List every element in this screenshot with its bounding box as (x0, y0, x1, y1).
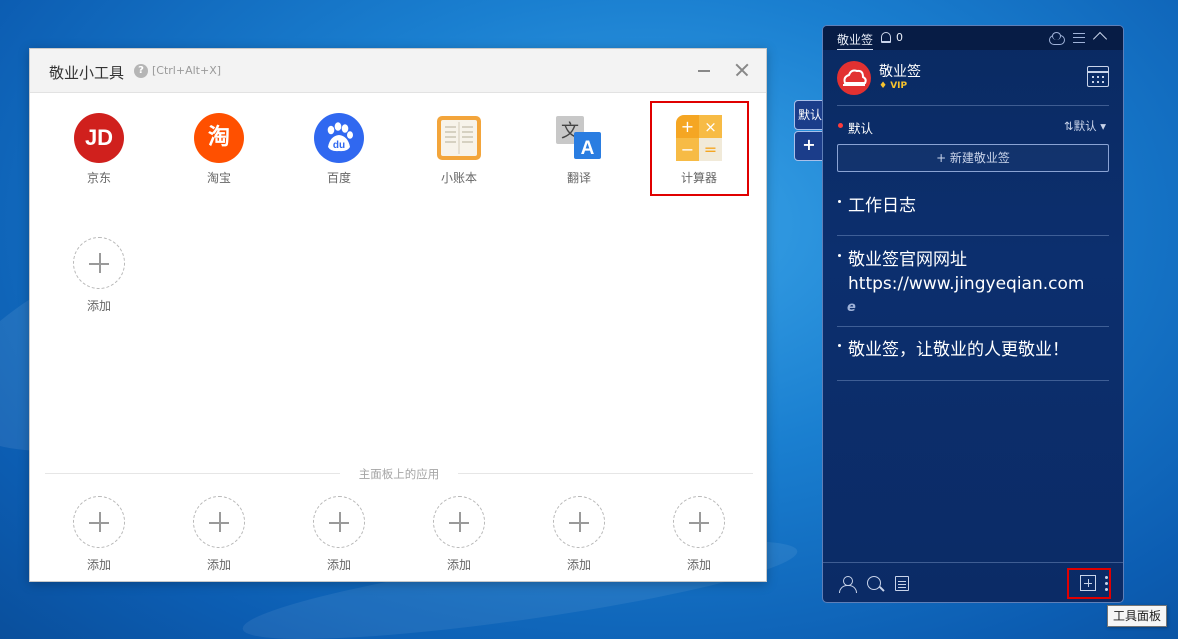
tooltip-tool-panel: 工具面板 (1107, 605, 1167, 627)
separator (837, 105, 1109, 106)
add-app-button[interactable] (73, 237, 125, 289)
close-button[interactable] (733, 61, 751, 79)
cloud-sync-icon[interactable] (1047, 32, 1065, 45)
vip-label: VIP (890, 81, 908, 91)
add-label: 添加 (86, 558, 111, 572)
translate-icon: 文 A (554, 113, 604, 163)
add-label: 添加 (446, 558, 471, 572)
add-label: 添加 (206, 558, 231, 572)
add-label: 添加 (86, 299, 111, 313)
highlight-calculator (650, 101, 749, 196)
panel-add-slot[interactable] (313, 496, 365, 548)
app-label: 小账本 (440, 171, 477, 185)
search-icon[interactable] (867, 576, 881, 590)
note-item[interactable]: 敬业签官网网址 https://www.jingyeqian.com e (837, 248, 1109, 327)
note-item[interactable]: 敬业签，让敬业的人更敬业！ (837, 338, 1109, 381)
panel-add-slot[interactable] (673, 496, 725, 548)
app-taobao[interactable]: 淘 淘宝 (169, 95, 269, 185)
note-list-icon[interactable] (895, 576, 909, 591)
category-tab-default[interactable]: 默认 (794, 100, 824, 130)
minimize-button[interactable] (696, 62, 712, 78)
divider-left (45, 473, 340, 474)
chevron-up-icon[interactable] (1092, 31, 1108, 47)
category-dot (838, 123, 843, 128)
app-translate[interactable]: 文 A 翻译 (529, 95, 629, 185)
avatar[interactable] (837, 61, 871, 95)
shortcut-hint: [Ctrl+Alt+X] (152, 64, 222, 77)
main-panel-divider-label: 主面板上的应用 (358, 467, 440, 481)
note-bullet (838, 200, 841, 203)
app-baidu[interactable]: du 百度 (289, 95, 389, 185)
baidu-glyph: du (333, 140, 345, 151)
add-label: 添加 (326, 558, 351, 572)
menu-icon[interactable] (1073, 33, 1085, 43)
browser-link-icon[interactable]: e (847, 300, 856, 315)
tools-window-title: 敬业小工具 (49, 64, 125, 82)
ledger-book-icon (434, 113, 484, 163)
app-ledger[interactable]: 小账本 (409, 95, 509, 185)
app-label: 京东 (86, 171, 111, 185)
divider-right (458, 473, 753, 474)
new-note-button[interactable]: + 新建敬业签 (837, 144, 1109, 172)
add-label: 添加 (566, 558, 591, 572)
taobao-icon: 淘 (194, 113, 244, 163)
highlight-tool-panel (1067, 568, 1111, 599)
app-label: 翻译 (566, 171, 591, 185)
add-category-tab[interactable]: + (794, 131, 824, 161)
note-bullet (838, 344, 841, 347)
sort-label: ⇅默认 (1064, 119, 1097, 133)
app-label: 百度 (326, 171, 351, 185)
notes-panel: 敬业签 0 敬业签 ♦ VIP 默认 ⇅默认 ▾ + 新建敬业签 工作日志 敬业… (822, 25, 1124, 603)
notes-bottombar (823, 562, 1123, 602)
help-icon[interactable]: ? (134, 64, 148, 78)
jd-icon: JD (74, 113, 124, 163)
sort-button[interactable]: ⇅默认 ▾ (1064, 118, 1106, 134)
app-jd[interactable]: JD 京东 (49, 95, 149, 185)
users-icon[interactable] (839, 576, 857, 593)
panel-add-slot[interactable] (73, 496, 125, 548)
notes-topbar-title[interactable]: 敬业签 (837, 31, 874, 50)
baidu-paw-icon: du (314, 113, 364, 163)
translate-glyph-en: A (581, 138, 595, 159)
panel-add-slot[interactable] (193, 496, 245, 548)
notes-topbar[interactable]: 敬业签 0 (823, 26, 1123, 50)
panel-add-slot[interactable] (433, 496, 485, 548)
calendar-icon[interactable] (1087, 66, 1109, 87)
panel-add-slot[interactable] (553, 496, 605, 548)
note-text: 工作日志 (848, 196, 916, 216)
vip-badge: ♦ VIP (879, 81, 908, 91)
add-label: 添加 (686, 558, 711, 572)
app-label: 淘宝 (206, 171, 231, 185)
bell-icon[interactable] (881, 32, 891, 43)
note-text: 敬业签官网网址 https://www.jingyeqian.com (848, 250, 1085, 294)
tools-window: 敬业小工具 ? [Ctrl+Alt+X] JD 京东 淘 淘宝 du 百度 小账… (29, 48, 767, 582)
category-name: 默认 (848, 121, 874, 136)
username: 敬业签 (879, 64, 921, 80)
note-bullet (838, 254, 841, 257)
tools-titlebar[interactable]: 敬业小工具 ? [Ctrl+Alt+X] (30, 49, 766, 93)
note-text: 敬业签，让敬业的人更敬业！ (848, 340, 1069, 360)
note-item[interactable]: 工作日志 (837, 194, 1109, 236)
notification-count: 0 (896, 31, 903, 44)
